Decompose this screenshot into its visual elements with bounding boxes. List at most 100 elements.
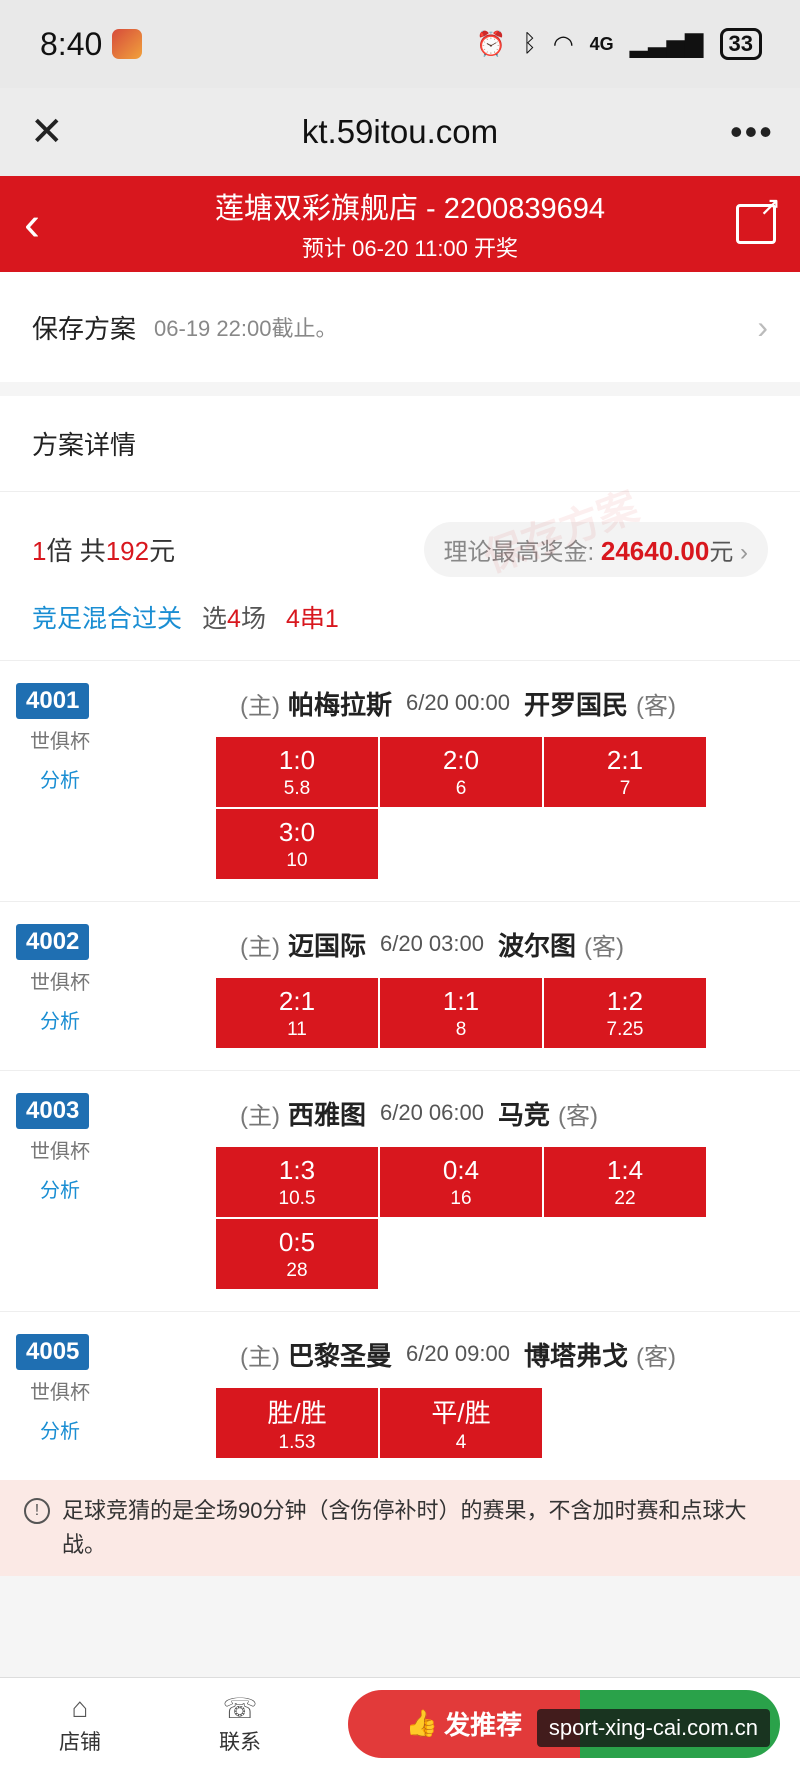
bet-label: 3:0: [278, 816, 316, 847]
back-icon[interactable]: ‹: [24, 197, 84, 252]
analysis-link[interactable]: 分析: [16, 1174, 216, 1203]
bet-odds: 11: [287, 1018, 307, 1040]
match-teams: (主) 迈国际 6/20 03:00 波尔图 (客): [216, 924, 800, 964]
plan-summary: 1倍 共192元 理论最高奖金: 24640.00元 › 竞足混合过关 选4场 …: [0, 492, 800, 660]
bet-option[interactable]: 1:2 7.25: [544, 978, 706, 1048]
match-card: 4003 世俱杯 分析 (主) 西雅图 6/20 06:00 马竞 (客) 1:…: [0, 1070, 800, 1311]
away-tag: (客): [584, 933, 624, 961]
away-tag: (客): [636, 1343, 676, 1371]
bet-option[interactable]: 0:4 16: [380, 1147, 542, 1217]
bet-odds: 5.8: [283, 777, 311, 799]
bet-option[interactable]: 1:1 8: [380, 978, 542, 1048]
battery-icon: 33: [719, 28, 762, 60]
bet-option[interactable]: 2:0 6: [380, 737, 542, 807]
signal-icon: ▂▃▅▇: [629, 30, 704, 58]
analysis-link[interactable]: 分析: [16, 1415, 216, 1444]
away-team: 波尔图: [497, 930, 576, 961]
page-title: 莲塘双彩旗舰店 - 2200839694: [214, 193, 606, 225]
multiplier-unit: 倍 共: [46, 535, 106, 566]
bet-label: 1:1: [442, 985, 480, 1016]
phone-icon: ☏: [222, 1692, 258, 1724]
match-meta: 4005 世俱杯 分析: [16, 1334, 216, 1458]
bet-label: 1:0: [278, 744, 316, 775]
match-teams: (主) 帕梅拉斯 6/20 00:00 开罗国民 (客): [216, 683, 800, 723]
away-team: 开罗国民: [523, 689, 628, 720]
bet-option[interactable]: 2:1 11: [216, 978, 378, 1048]
match-code: 4003: [16, 1093, 90, 1129]
chevron-right-icon: ›: [757, 308, 768, 345]
bet-options: 胜/胜 1.53 平/胜 4: [216, 1388, 800, 1458]
match-meta: 4003 世俱杯 分析: [16, 1093, 216, 1289]
match-teams: (主) 西雅图 6/20 06:00 马竞 (客): [216, 1093, 800, 1133]
home-team: 帕梅拉斯: [287, 689, 392, 720]
browser-url[interactable]: kt.59itou.com: [302, 113, 498, 151]
bet-label: 2:1: [606, 744, 644, 775]
bet-odds: 4: [455, 1431, 467, 1453]
browser-bar: ✕ kt.59itou.com •••: [0, 88, 800, 176]
bet-odds: 10.5: [278, 1187, 316, 1209]
bet-option[interactable]: 2:1 7: [544, 737, 706, 807]
save-plan-label: 保存方案: [32, 313, 137, 344]
save-plan-row[interactable]: 保存方案 06-19 22:00截止。 ›: [0, 272, 800, 382]
save-deadline: 06-19 22:00截止。: [154, 316, 338, 341]
bet-label: 2:1: [278, 985, 316, 1016]
shop-button[interactable]: ⌂ 店铺: [0, 1692, 160, 1756]
bet-option[interactable]: 0:5 28: [216, 1219, 378, 1289]
contact-button[interactable]: ☏ 联系: [160, 1692, 320, 1756]
bet-label: 1:4: [606, 1154, 644, 1185]
max-prize-pill[interactable]: 理论最高奖金: 24640.00元 ›: [423, 521, 768, 577]
match-list: 4001 世俱杯 分析 (主) 帕梅拉斯 6/20 00:00 开罗国民 (客)…: [0, 660, 800, 1480]
match-teams: (主) 巴黎圣曼 6/20 09:00 博塔弗戈 (客): [216, 1334, 800, 1374]
bet-option[interactable]: 1:4 22: [544, 1147, 706, 1217]
thumbs-up-icon: 👍: [405, 1708, 439, 1738]
match-meta: 4002 世俱杯 分析: [16, 924, 216, 1048]
home-tag: (主): [240, 692, 280, 720]
multiplier-value: 1: [32, 535, 47, 566]
match-time: 6/20 03:00: [380, 931, 484, 956]
more-icon[interactable]: •••: [730, 111, 772, 153]
combo-type: 4串1: [285, 605, 339, 633]
match-card: 4001 世俱杯 分析 (主) 帕梅拉斯 6/20 00:00 开罗国民 (客)…: [0, 660, 800, 901]
shop-label: 店铺: [59, 1730, 101, 1754]
match-code: 4002: [16, 924, 90, 960]
home-icon: ⌂: [71, 1691, 89, 1723]
page-header: ‹ 莲塘双彩旗舰店 - 2200839694 预计 06-20 11:00 开奖: [0, 176, 800, 272]
bet-odds: 22: [614, 1187, 636, 1209]
share-icon[interactable]: [736, 191, 781, 244]
analysis-link[interactable]: 分析: [16, 764, 216, 793]
bet-option[interactable]: 1:0 5.8: [216, 737, 378, 807]
bet-label: 胜/胜: [267, 1397, 327, 1428]
home-tag: (主): [240, 1343, 280, 1371]
home-team: 迈国际: [287, 930, 366, 961]
home-team: 西雅图: [287, 1099, 366, 1130]
bet-label: 1:3: [278, 1154, 316, 1185]
bet-options: 1:0 5.8 2:0 6 2:1 7 3:0 10: [216, 737, 800, 879]
bet-odds: 8: [455, 1018, 467, 1040]
bet-odds: 7.25: [606, 1018, 644, 1040]
source-watermark: sport-xing-cai.com.cn: [536, 1709, 770, 1747]
bet-option[interactable]: 平/胜 4: [380, 1388, 542, 1458]
away-tag: (客): [636, 692, 676, 720]
match-count-suffix: 场: [240, 605, 266, 633]
bet-option[interactable]: 胜/胜 1.53: [216, 1388, 378, 1458]
close-icon[interactable]: ✕: [30, 109, 70, 155]
contact-label: 联系: [219, 1730, 261, 1754]
match-league: 世俱杯: [30, 731, 90, 753]
max-prize-unit: 元: [709, 538, 734, 566]
draw-time: 预计 06-20 11:00 开奖: [301, 236, 519, 261]
multiplier-total: 1倍 共192元: [32, 531, 175, 568]
bet-option[interactable]: 3:0 10: [216, 809, 378, 879]
match-league: 世俱杯: [30, 972, 90, 994]
match-code: 4001: [16, 683, 90, 719]
app-notification-icon: [112, 29, 143, 59]
bet-options: 1:3 10.5 0:4 16 1:4 22 0:5 28: [216, 1147, 800, 1289]
analysis-link[interactable]: 分析: [16, 1005, 216, 1034]
bet-option[interactable]: 1:3 10.5: [216, 1147, 378, 1217]
bet-label: 1:2: [606, 985, 644, 1016]
home-team: 巴黎圣曼: [287, 1340, 392, 1371]
home-tag: (主): [240, 1102, 280, 1130]
total-unit: 元: [149, 535, 176, 566]
match-body: (主) 迈国际 6/20 03:00 波尔图 (客) 2:1 11 1:1 8: [216, 924, 800, 1048]
match-card: 4002 世俱杯 分析 (主) 迈国际 6/20 03:00 波尔图 (客) 2…: [0, 901, 800, 1070]
bet-label: 0:5: [278, 1226, 316, 1257]
